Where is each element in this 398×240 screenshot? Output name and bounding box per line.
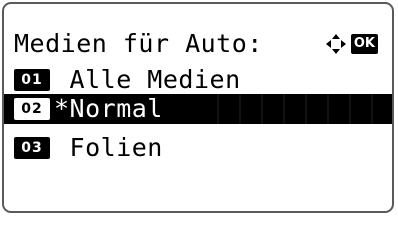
ok-icon: OK — [350, 34, 378, 54]
navigation-hint: OK — [325, 33, 378, 55]
lcd-screen: Medien für Auto: OK 01 Alle Medien 02 *N… — [2, 2, 394, 213]
item-number-badge: 02 — [14, 98, 50, 120]
four-way-arrows-icon — [325, 34, 346, 54]
menu-item-normal[interactable]: 02 *Normal — [4, 94, 392, 124]
menu-item-label: *Normal — [54, 94, 163, 123]
menu-item-folien[interactable]: 03 Folien — [4, 130, 392, 166]
menu-item-label: Folien — [54, 133, 163, 162]
item-number-badge: 03 — [14, 137, 50, 159]
menu-item-alle-medien[interactable]: 01 Alle Medien — [4, 62, 392, 98]
item-number-badge: 01 — [14, 69, 50, 91]
screen-title: Medien für Auto: — [14, 29, 263, 58]
title-row: Medien für Auto: OK — [4, 26, 392, 62]
menu-item-label: Alle Medien — [54, 65, 241, 94]
